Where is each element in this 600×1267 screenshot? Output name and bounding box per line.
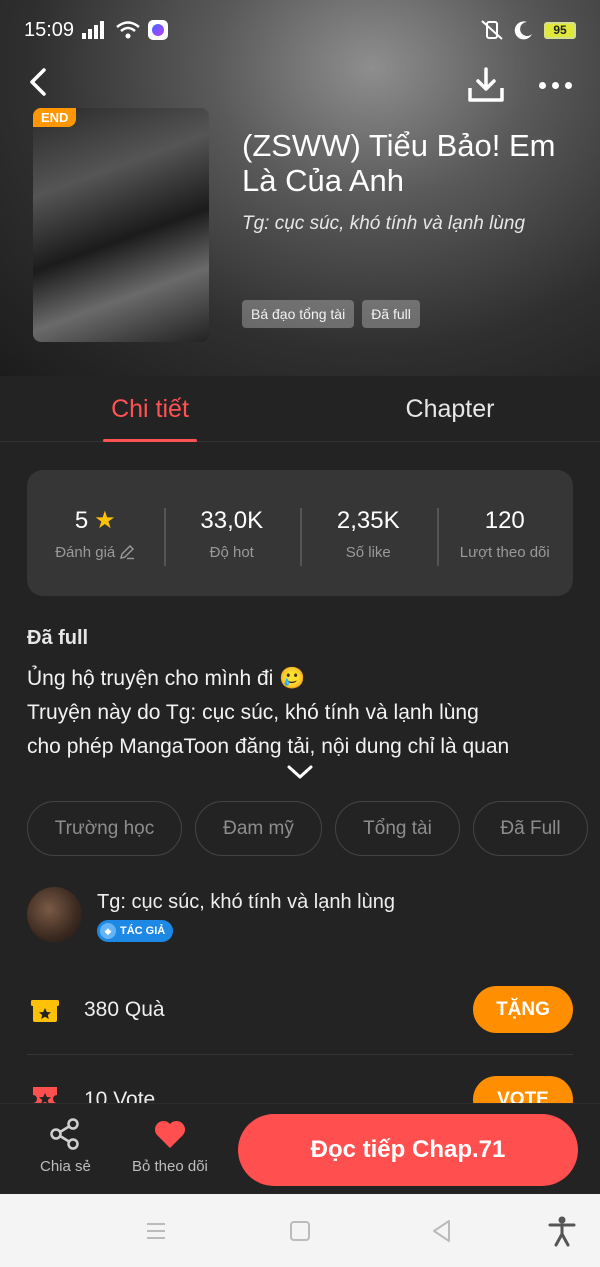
back-icon[interactable] <box>22 64 58 100</box>
wifi-icon <box>116 21 140 39</box>
stat-rating[interactable]: 5 ★ Đánh giá <box>27 506 164 561</box>
gift-icon <box>31 1000 59 1022</box>
tag-pill[interactable]: Tổng tài <box>335 801 460 856</box>
completion-status: Đã full <box>27 627 89 649</box>
share-button[interactable]: Chia sẻ <box>40 1118 91 1175</box>
menu-icon[interactable] <box>139 1214 173 1248</box>
give-gift-button[interactable]: TẶNG <box>473 986 573 1033</box>
messenger-icon <box>148 20 169 40</box>
comic-author: Tg: cục súc, khó tính và lạnh lùng <box>242 213 526 234</box>
comic-cover-image[interactable]: END <box>33 108 209 342</box>
author-badge-label: TÁC GIẢ <box>120 925 166 937</box>
stat-hot: 33,0K Độ hot <box>163 506 301 566</box>
stat-followers: 120 Lượt theo dõi <box>436 506 574 566</box>
share-icon <box>50 1118 80 1150</box>
home-square-icon[interactable] <box>283 1214 317 1248</box>
author-badge: ◆ TÁC GIẢ <box>97 920 174 942</box>
followers-value: 120 <box>484 506 525 534</box>
followers-label: Lượt theo dõi <box>459 543 550 561</box>
moon-icon <box>514 21 532 40</box>
author-badge-icon: ◆ <box>100 923 116 939</box>
status-time: 15:09 <box>24 18 75 41</box>
gift-count: 380 Quà <box>84 998 165 1021</box>
rating-value: 5 <box>74 506 89 534</box>
unfollow-button[interactable]: Bỏ theo dõi <box>132 1118 208 1175</box>
end-badge: END <box>33 108 77 127</box>
comic-detail-screen: 15:09 95 END (ZSWW) Tiểu Bảo! Em Là Của … <box>0 0 600 1267</box>
bottom-action-bar: Chia sẻ Bỏ theo dõi Đọc tiếp Chap.71 <box>0 1103 600 1194</box>
description-line: cho phép MangaToon đăng tải, nội dung ch… <box>27 735 510 758</box>
hot-label: Độ hot <box>209 543 254 561</box>
chevron-down-icon[interactable] <box>286 764 314 780</box>
hot-value: 33,0K <box>200 506 264 534</box>
description-line: Ủng hộ truyện cho mình đi 🥲 <box>27 667 306 690</box>
unfollow-label: Bỏ theo dõi <box>132 1158 208 1175</box>
continue-reading-button[interactable]: Đọc tiếp Chap.71 <box>238 1114 578 1186</box>
likes-value: 2,35K <box>336 506 400 534</box>
description-text[interactable]: Ủng hộ truyện cho mình đi 🥲 Truyện này d… <box>27 662 573 764</box>
battery-level: 95 <box>544 21 576 39</box>
tag-pills: Trường học Đam mỹ Tổng tài Đã Full <box>27 801 588 856</box>
back-triangle-icon[interactable] <box>425 1214 459 1248</box>
description-line: Truyện này do Tg: cục súc, khó tính và l… <box>27 701 479 724</box>
download-icon[interactable] <box>466 66 506 104</box>
more-options-icon[interactable] <box>532 70 578 100</box>
status-tag[interactable]: Đã full <box>362 300 420 328</box>
share-label: Chia sẻ <box>40 1158 91 1175</box>
rating-label: Đánh giá <box>55 543 116 561</box>
tag-pill[interactable]: Trường học <box>27 801 182 856</box>
hero-header: 15:09 95 END (ZSWW) Tiểu Bảo! Em Là Của … <box>0 0 600 376</box>
comic-title: (ZSWW) Tiểu Bảo! Em Là Của Anh <box>242 128 556 198</box>
tab-bar: Chi tiết Chapter <box>0 376 600 442</box>
stats-card: 5 ★ Đánh giá 33,0K Độ hot 2,35K Số like 1… <box>27 470 573 596</box>
genre-tags: Bá đạo tổng tài Đã full <box>242 300 420 328</box>
system-navigation-bar <box>0 1194 600 1267</box>
signal-icon <box>82 21 105 39</box>
author-name[interactable]: Tg: cục súc, khó tính và lạnh lùng <box>97 891 395 914</box>
divider <box>27 1054 573 1055</box>
tab-chapters[interactable]: Chapter <box>300 376 600 442</box>
genre-tag[interactable]: Bá đạo tổng tài <box>242 300 355 328</box>
tag-pill[interactable]: Đam mỹ <box>195 801 322 856</box>
heart-icon <box>154 1120 185 1148</box>
accessibility-icon[interactable] <box>545 1214 579 1248</box>
likes-label: Số like <box>345 543 391 561</box>
edit-icon <box>120 545 135 560</box>
tab-details[interactable]: Chi tiết <box>0 376 300 442</box>
stat-likes: 2,35K Số like <box>300 506 437 566</box>
status-bar: 15:09 95 <box>0 0 600 60</box>
vibrate-mute-icon <box>481 20 503 40</box>
tag-pill[interactable]: Đã Full <box>473 801 588 856</box>
star-icon: ★ <box>94 507 116 534</box>
author-avatar[interactable] <box>27 887 82 942</box>
